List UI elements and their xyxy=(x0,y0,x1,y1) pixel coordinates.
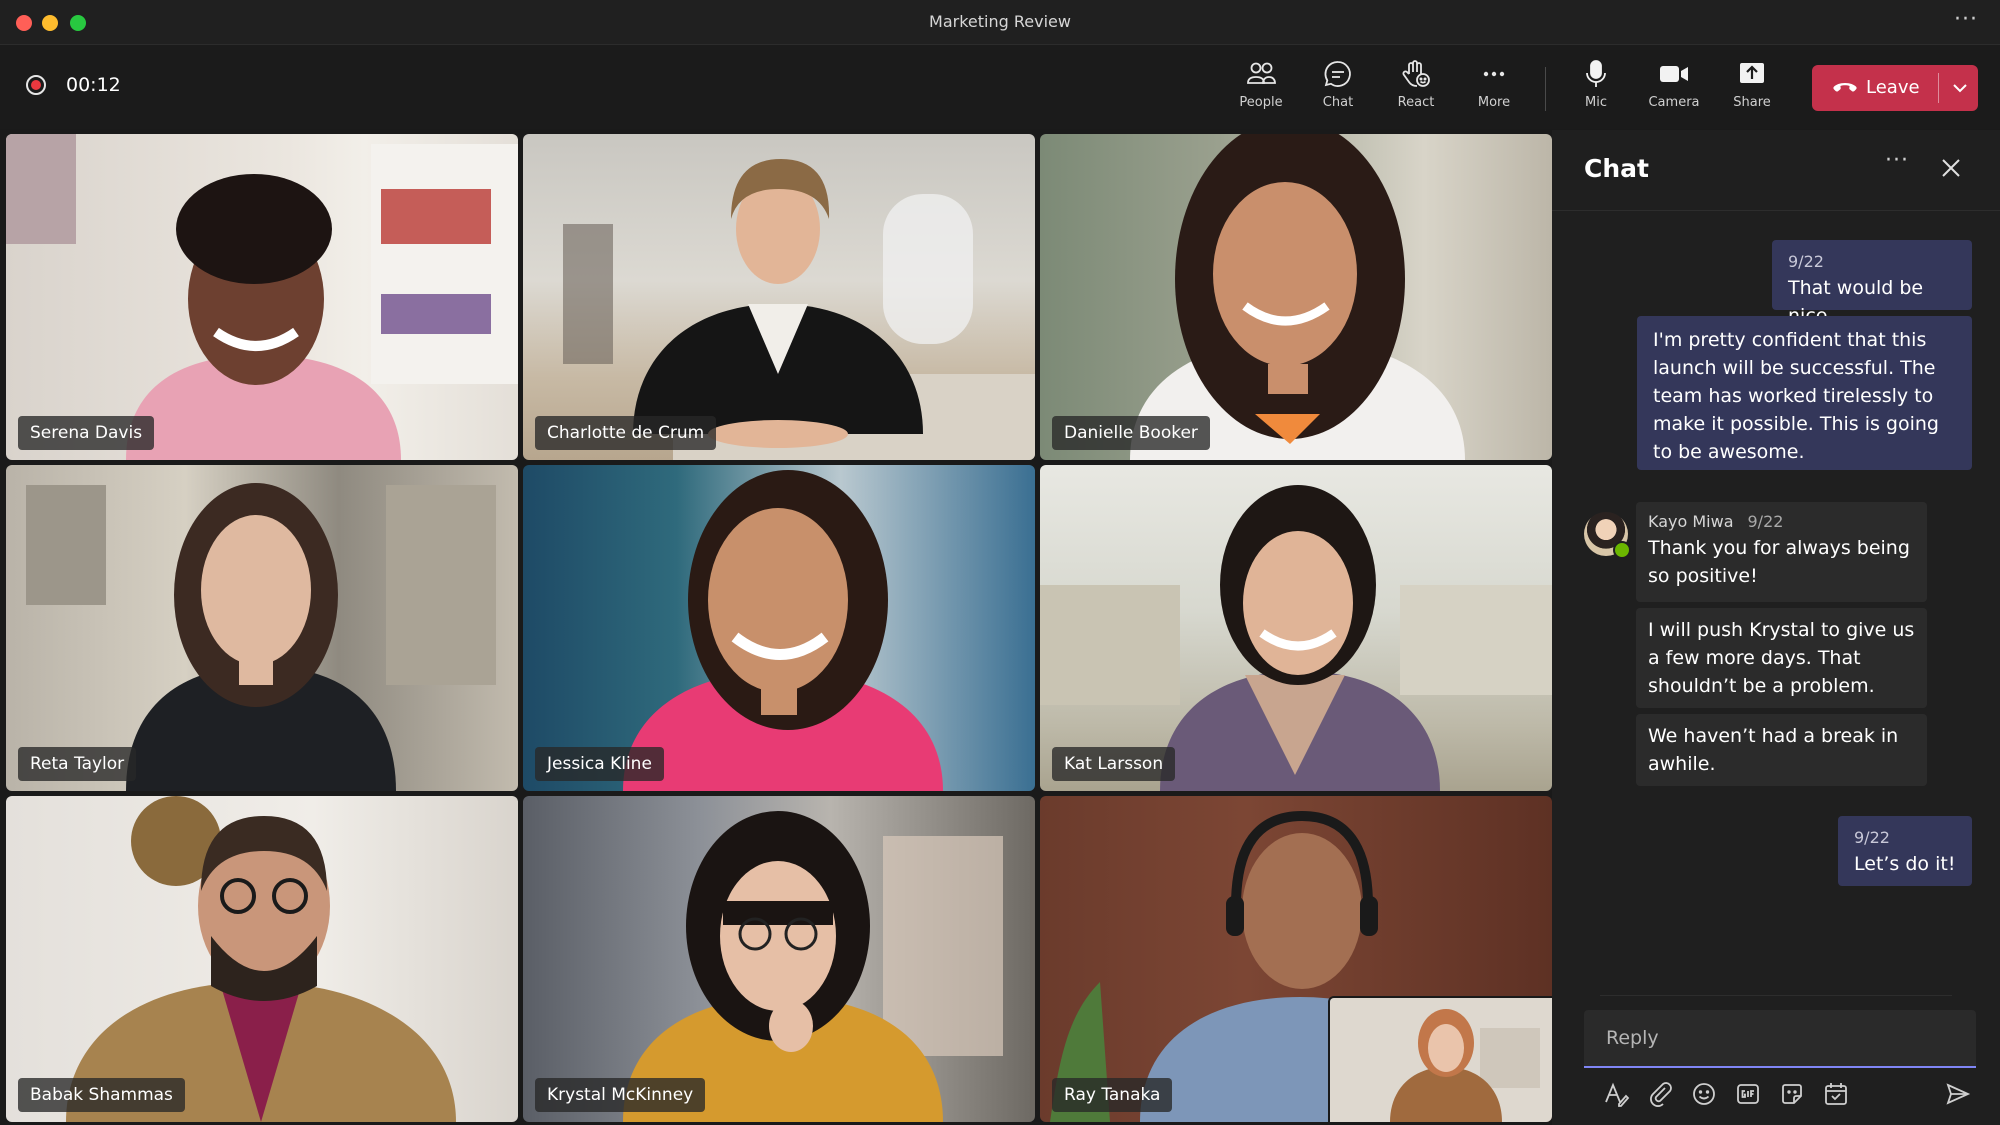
share-label: Share xyxy=(1733,95,1771,110)
chat-message-sent[interactable]: 9/22 That would be nice xyxy=(1772,240,1972,327)
message-text: I will push Krystal to give us a few mor… xyxy=(1648,619,1915,697)
people-button[interactable]: People xyxy=(1225,59,1297,119)
participant-name: Reta Taylor xyxy=(18,747,137,781)
reply-box xyxy=(1584,1010,1976,1068)
participant-name: Serena Davis xyxy=(18,416,155,450)
participant-video xyxy=(623,470,943,791)
chat-more-icon[interactable]: ··· xyxy=(1885,148,1909,173)
share-button[interactable]: Share xyxy=(1716,59,1788,119)
video-tile[interactable]: Krystal McKinney xyxy=(523,796,1035,1122)
video-camera-icon xyxy=(1660,66,1688,82)
self-view-thumbnail xyxy=(1328,996,1552,1122)
send-icon[interactable] xyxy=(1944,1080,1972,1108)
message-text: We haven’t had a break in awhile. xyxy=(1648,725,1899,775)
participant-video xyxy=(1130,134,1465,460)
video-tile[interactable]: Ray Tanaka xyxy=(1040,796,1552,1122)
video-tile[interactable]: Serena Davis xyxy=(6,134,518,460)
hang-up-icon xyxy=(1833,83,1857,92)
leave-divider xyxy=(1938,73,1939,103)
sticker-icon[interactable] xyxy=(1778,1080,1806,1108)
message-sender: Kayo Miwa xyxy=(1648,512,1734,531)
participant-name: Babak Shammas xyxy=(18,1078,185,1112)
mic-button[interactable]: Mic xyxy=(1560,59,1632,119)
video-tile[interactable]: Reta Taylor xyxy=(6,465,518,791)
video-tile[interactable]: Jessica Kline xyxy=(523,465,1035,791)
participant-name: Kat Larsson xyxy=(1052,747,1176,781)
camera-label: Camera xyxy=(1648,95,1700,110)
video-tile[interactable]: Charlotte de Crum xyxy=(523,134,1035,460)
chevron-down-icon xyxy=(1953,84,1967,93)
video-tile[interactable]: Babak Shammas xyxy=(6,796,518,1122)
meeting-toolbar: 00:12 People Chat React More Mic Camera … xyxy=(0,45,2000,129)
close-icon[interactable] xyxy=(1940,157,1962,183)
message-timestamp: 9/22 xyxy=(1854,828,1890,847)
video-tile[interactable]: Kat Larsson xyxy=(1040,465,1552,791)
schedule-meeting-icon[interactable] xyxy=(1822,1080,1850,1108)
meeting-timer: 00:12 xyxy=(66,74,121,96)
participant-name: Jessica Kline xyxy=(535,747,664,781)
camera-button[interactable]: Camera xyxy=(1638,59,1710,119)
react-label: React xyxy=(1397,95,1435,110)
reply-input[interactable] xyxy=(1584,1010,1976,1066)
window-more-icon[interactable]: ··· xyxy=(1954,7,1978,32)
share-screen-icon xyxy=(1740,63,1764,83)
more-button[interactable]: More xyxy=(1458,59,1530,119)
chat-header: Chat ··· xyxy=(1552,130,2000,211)
message-text: Thank you for always being so positive! xyxy=(1648,537,1910,587)
gif-icon[interactable] xyxy=(1734,1080,1762,1108)
chat-panel: Chat ··· 9/22 That would be nice I'm pre… xyxy=(1552,130,2000,1125)
toolbar-divider xyxy=(1545,67,1546,111)
chat-message-received[interactable]: I will push Krystal to give us a few mor… xyxy=(1636,608,1927,708)
message-text: I'm pretty confident that this launch wi… xyxy=(1653,329,1939,463)
participant-video xyxy=(66,796,456,1122)
leave-button[interactable]: Leave xyxy=(1812,65,1938,111)
title-bar: Marketing Review ··· xyxy=(0,0,2000,45)
participant-name: Ray Tanaka xyxy=(1052,1078,1173,1112)
chat-message-received[interactable]: Kayo Miwa 9/22 Thank you for always being… xyxy=(1636,502,1927,602)
leave-options-button[interactable] xyxy=(1942,65,1978,111)
chat-icon xyxy=(1324,61,1351,87)
video-tile[interactable]: Danielle Booker xyxy=(1040,134,1552,460)
react-button[interactable]: React xyxy=(1380,59,1452,119)
people-label: People xyxy=(1239,95,1283,110)
avatar[interactable] xyxy=(1584,512,1631,559)
message-text: Let’s do it! xyxy=(1854,853,1956,875)
attach-icon[interactable] xyxy=(1646,1080,1674,1108)
message-sender-line: Kayo Miwa 9/22 xyxy=(1648,510,1915,534)
chat-title: Chat xyxy=(1584,154,1649,183)
participant-name: Charlotte de Crum xyxy=(535,416,717,450)
self-view-video xyxy=(1330,998,1552,1122)
participant-video xyxy=(6,134,518,460)
presence-available-icon xyxy=(1613,541,1631,559)
compose-divider xyxy=(1600,995,1952,996)
participant-video xyxy=(1040,485,1552,791)
video-grid: Serena Davis Charlotte de Crum Danielle … xyxy=(0,130,1552,1125)
participant-video xyxy=(26,483,496,791)
message-timestamp: 9/22 xyxy=(1788,252,1824,271)
participant-video xyxy=(623,811,1003,1122)
more-label: More xyxy=(1477,95,1511,110)
emoji-icon[interactable] xyxy=(1690,1080,1718,1108)
chat-message-sent[interactable]: 9/22 Let’s do it! xyxy=(1838,816,1972,886)
participant-video xyxy=(563,159,1035,460)
compose-toolbar xyxy=(1602,1080,1982,1112)
mic-label: Mic xyxy=(1585,95,1607,110)
participant-name: Danielle Booker xyxy=(1052,416,1210,450)
chat-message-sent[interactable]: I'm pretty confident that this launch wi… xyxy=(1637,316,1972,470)
leave-button-group: Leave xyxy=(1812,65,1978,111)
chat-message-received[interactable]: We haven’t had a break in awhile. xyxy=(1636,714,1927,786)
microphone-icon xyxy=(1586,60,1606,87)
more-icon xyxy=(1483,71,1505,77)
format-icon[interactable] xyxy=(1602,1080,1630,1108)
chat-button[interactable]: Chat xyxy=(1302,59,1374,119)
participant-name: Krystal McKinney xyxy=(535,1078,706,1112)
window-title: Marketing Review xyxy=(929,12,1071,31)
people-icon xyxy=(1247,62,1276,84)
message-timestamp: 9/22 xyxy=(1747,512,1784,531)
raise-hand-icon xyxy=(1402,60,1430,87)
leave-label: Leave xyxy=(1866,77,1920,98)
chat-label: Chat xyxy=(1322,95,1354,110)
recording-icon xyxy=(26,75,46,95)
